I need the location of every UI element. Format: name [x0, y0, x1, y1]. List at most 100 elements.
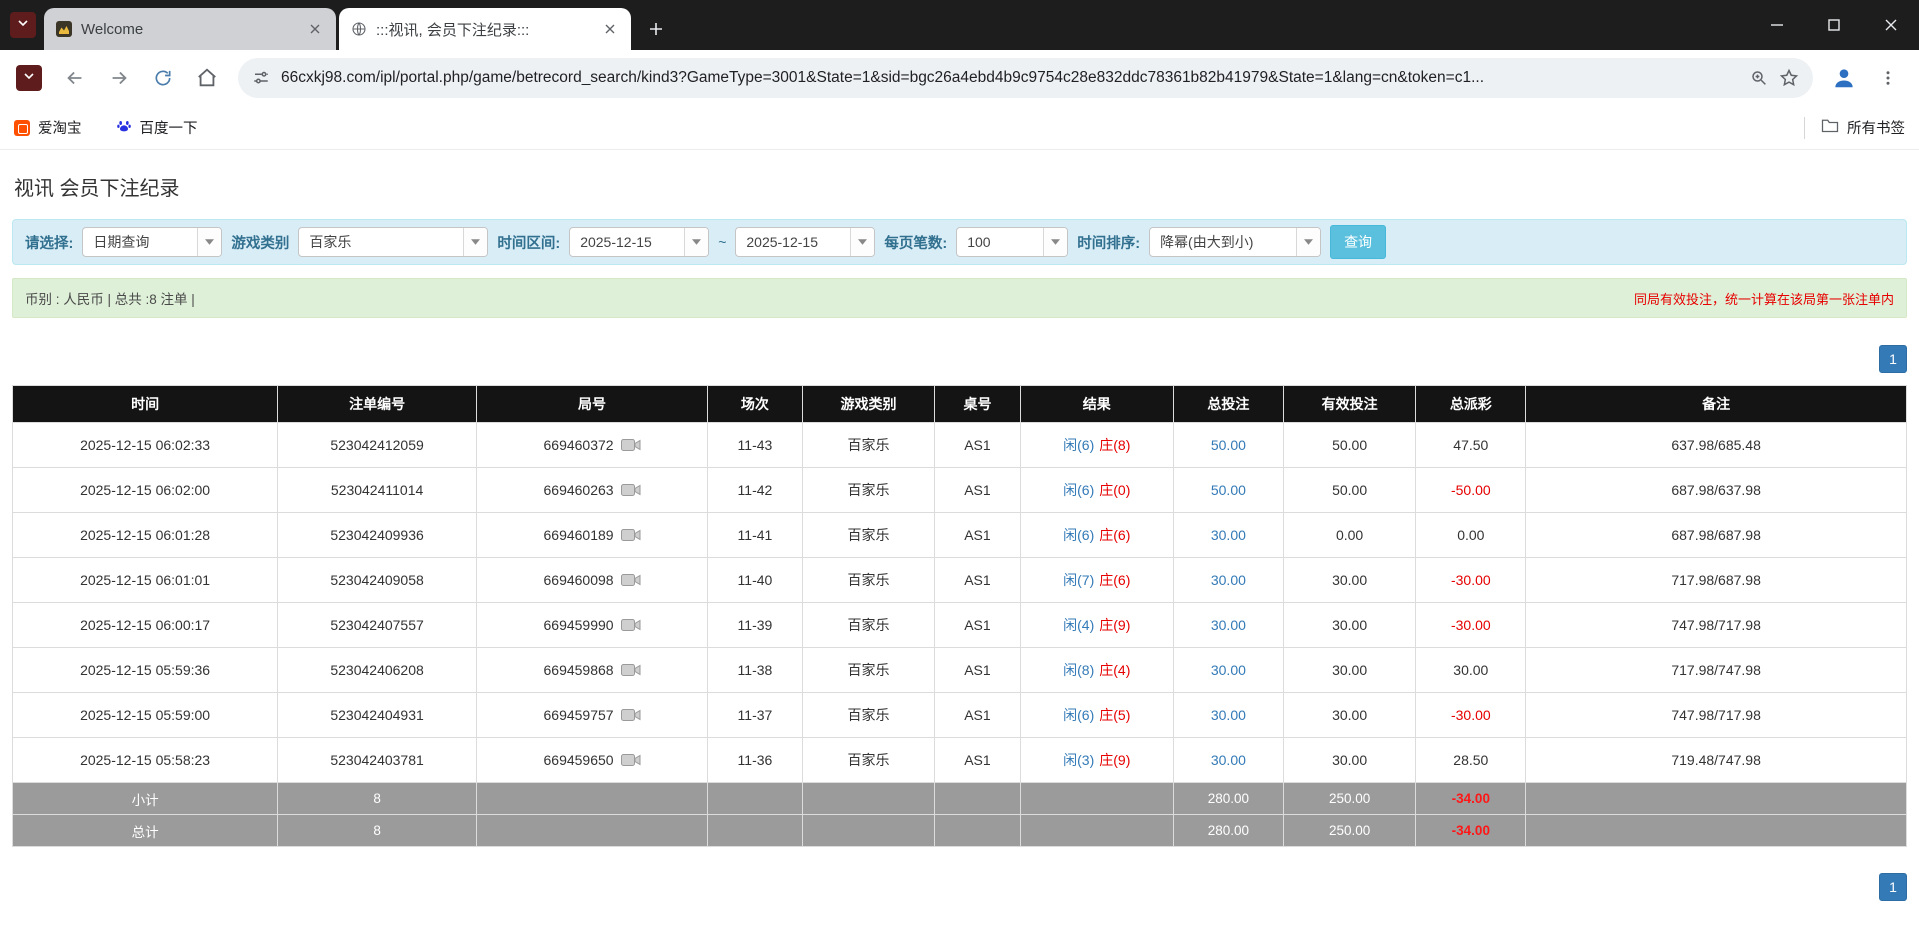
cell-total-bet-link[interactable]: 30.00	[1173, 693, 1283, 738]
welcome-favicon-icon	[56, 21, 72, 37]
date-from-select[interactable]: 2025-12-15	[569, 227, 709, 257]
sort-select[interactable]: 降幂(由大到小)	[1149, 227, 1321, 257]
summary-bar: 币别 : 人民币 | 总共 :8 注单 | 同局有效投注，统一计算在该局第一张注…	[12, 278, 1907, 318]
site-info-tune-icon[interactable]	[252, 69, 270, 87]
bookmark-baidu[interactable]: 百度一下	[116, 117, 198, 138]
cell-payout: -30.00	[1416, 603, 1526, 648]
result-banker: 庄(8)	[1099, 435, 1130, 455]
bookmark-aitaobao[interactable]: 爱淘宝	[14, 117, 82, 138]
table-row: 2025-12-15 06:01:28 523042409936 6694601…	[13, 513, 1907, 558]
reload-button[interactable]	[144, 59, 182, 97]
new-tab-button[interactable]	[639, 12, 673, 46]
folder-icon	[1821, 118, 1839, 137]
back-button[interactable]	[56, 59, 94, 97]
minimize-button[interactable]	[1748, 0, 1805, 50]
browser-menu-button[interactable]	[1869, 59, 1907, 97]
table-header-row: 时间 注单编号 局号 场次 游戏类别 桌号 结果 总投注 有效投注 总派彩 备注	[13, 386, 1907, 423]
bookmarks-bar: 爱淘宝 百度一下 所有书签	[0, 106, 1919, 150]
filter-bar: 请选择: 日期查询 游戏类别 百家乐 时间区间: 2025-12-15 ~ 20…	[12, 219, 1907, 265]
url-text: 66cxkj98.com/ipl/portal.php/game/betreco…	[281, 69, 1739, 87]
close-button[interactable]	[1862, 0, 1919, 50]
cell-total-bet-link[interactable]: 30.00	[1173, 738, 1283, 783]
cell-total-bet-link[interactable]: 50.00	[1173, 468, 1283, 513]
valid-bet-note: 同局有效投注，统一计算在该局第一张注单内	[1634, 289, 1894, 308]
cell-total-bet-link[interactable]: 30.00	[1173, 513, 1283, 558]
cell-total-bet-link[interactable]: 50.00	[1173, 423, 1283, 468]
cell-note: 747.98/717.98	[1526, 603, 1907, 648]
search-button[interactable]: 查询	[1330, 225, 1386, 259]
result-banker: 庄(6)	[1099, 570, 1130, 590]
sidebar-chevron-button[interactable]	[16, 65, 42, 91]
video-replay-icon[interactable]	[621, 438, 641, 452]
cell-total-bet-link[interactable]: 30.00	[1173, 648, 1283, 693]
result-player: 闲(6)	[1063, 480, 1094, 500]
table-row: 2025-12-15 05:58:23 523042403781 6694596…	[13, 738, 1907, 783]
video-replay-icon[interactable]	[621, 618, 641, 632]
page-1-button[interactable]: 1	[1879, 873, 1907, 901]
profile-avatar[interactable]	[1825, 59, 1863, 97]
page-size-label: 每页笔数:	[884, 232, 947, 253]
round-number: 669460263	[544, 482, 614, 498]
sort-label: 时间排序:	[1077, 232, 1140, 253]
game-type-label: 游戏类别	[231, 232, 289, 253]
table-row: 2025-12-15 06:02:33 523042412059 6694603…	[13, 423, 1907, 468]
date-to-select[interactable]: 2025-12-15	[735, 227, 875, 257]
tab-close-icon[interactable]	[306, 20, 324, 38]
result-player: 闲(6)	[1063, 525, 1094, 545]
page-1-button[interactable]: 1	[1879, 345, 1907, 373]
cell-time: 2025-12-15 06:02:33	[13, 423, 278, 468]
col-valid-bet: 有效投注	[1283, 386, 1416, 423]
forward-button[interactable]	[100, 59, 138, 97]
cell-payout: 28.50	[1416, 738, 1526, 783]
cell-payout: 47.50	[1416, 423, 1526, 468]
video-replay-icon[interactable]	[621, 708, 641, 722]
all-bookmarks-button[interactable]: 所有书签	[1821, 117, 1905, 138]
baidu-paw-icon	[116, 118, 132, 138]
tab-betrecord[interactable]: :::视讯, 会员下注纪录:::	[339, 8, 631, 50]
cell-valid-bet: 30.00	[1283, 603, 1416, 648]
window-controls	[1748, 0, 1919, 50]
video-replay-icon[interactable]	[621, 573, 641, 587]
tab-welcome[interactable]: Welcome	[44, 8, 336, 50]
maximize-button[interactable]	[1805, 0, 1862, 50]
cell-table-no: AS1	[935, 738, 1020, 783]
result-player: 闲(6)	[1063, 435, 1094, 455]
cell-game: 百家乐	[802, 648, 935, 693]
cell-time: 2025-12-15 05:58:23	[13, 738, 278, 783]
video-replay-icon[interactable]	[621, 753, 641, 767]
cell-game: 百家乐	[802, 423, 935, 468]
page-size-select[interactable]: 100	[956, 227, 1068, 257]
cell-payout: 30.00	[1416, 648, 1526, 693]
cell-session: 11-39	[708, 603, 803, 648]
total-count: 8	[278, 815, 477, 847]
cell-valid-bet: 50.00	[1283, 468, 1416, 513]
cell-game: 百家乐	[802, 603, 935, 648]
cell-note: 717.98/747.98	[1526, 648, 1907, 693]
zoom-icon[interactable]	[1750, 69, 1768, 87]
video-replay-icon[interactable]	[621, 528, 641, 542]
cell-result: 闲(6)庄(6)	[1020, 513, 1173, 558]
game-type-select[interactable]: 百家乐	[298, 227, 488, 257]
video-replay-icon[interactable]	[621, 483, 641, 497]
mode-select[interactable]: 日期查询	[82, 227, 222, 257]
subtotal-valid-bet: 250.00	[1283, 783, 1416, 815]
chevron-down-icon	[23, 69, 35, 87]
cell-time: 2025-12-15 05:59:36	[13, 648, 278, 693]
taobao-icon	[14, 120, 30, 136]
address-bar[interactable]: 66cxkj98.com/ipl/portal.php/game/betreco…	[238, 58, 1813, 98]
cell-session: 11-41	[708, 513, 803, 558]
col-session: 场次	[708, 386, 803, 423]
cell-session: 11-42	[708, 468, 803, 513]
bookmark-star-icon[interactable]	[1779, 68, 1799, 88]
cell-note: 717.98/687.98	[1526, 558, 1907, 603]
cell-time: 2025-12-15 06:02:00	[13, 468, 278, 513]
cell-total-bet-link[interactable]: 30.00	[1173, 603, 1283, 648]
video-replay-icon[interactable]	[621, 663, 641, 677]
cell-total-bet-link[interactable]: 30.00	[1173, 558, 1283, 603]
result-banker: 庄(5)	[1099, 705, 1130, 725]
tab-close-icon[interactable]	[601, 20, 619, 38]
cell-session: 11-37	[708, 693, 803, 738]
tab-search-button[interactable]	[10, 12, 36, 38]
home-button[interactable]	[188, 59, 226, 97]
cell-bet-no: 523042403781	[278, 738, 477, 783]
